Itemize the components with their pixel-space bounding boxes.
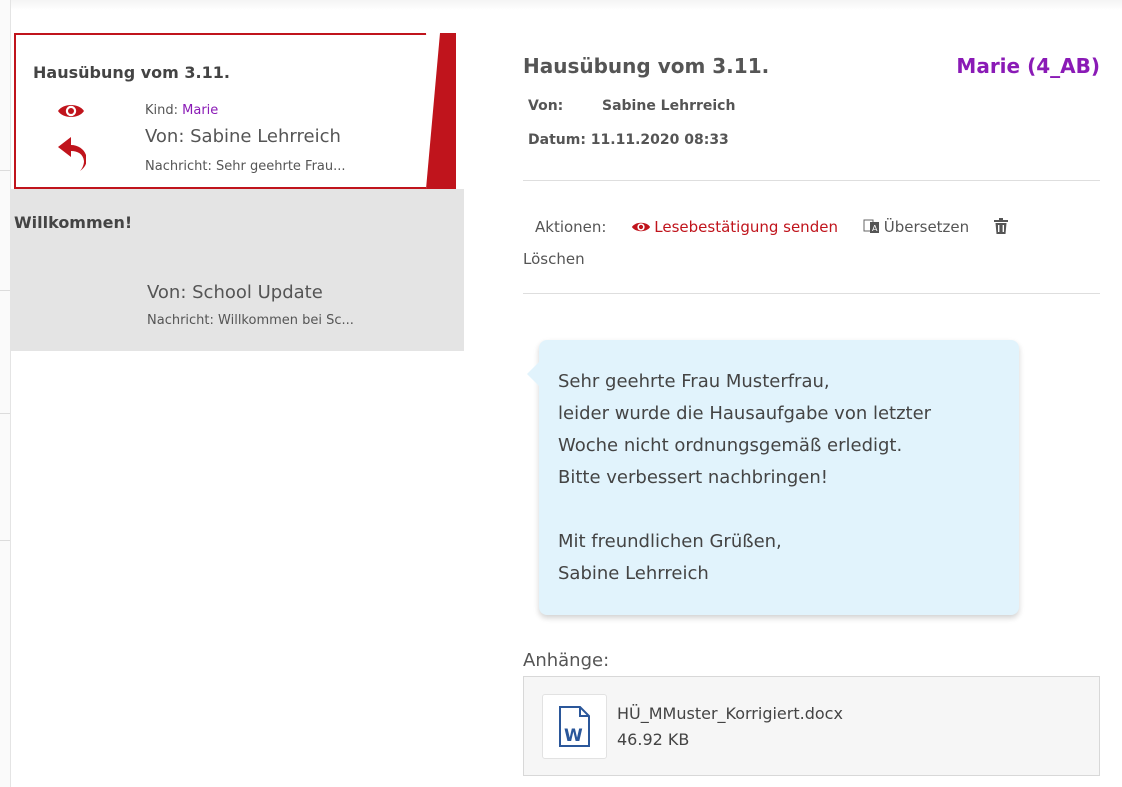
rail-divider [0,413,10,414]
trash-icon [993,218,1008,234]
bubble-tail [527,362,539,386]
actions-label: Aktionen: [535,218,607,236]
svg-text:A: A [872,224,878,233]
eye-icon[interactable] [57,101,85,121]
svg-text:W: W [564,726,583,746]
kind-value: Marie [182,103,219,118]
divider [523,293,1100,294]
message-item-selected[interactable]: Hausübung vom 3.11. Kind: Marie Von: Sab… [14,33,456,189]
from-value: Sabine Lehrreich [602,98,736,114]
translate-label: Übersetzen [883,218,970,236]
message-line: Sehr geehrte Frau Musterfrau, [558,371,830,392]
attachment-name[interactable]: HÜ_MMuster_Korrigiert.docx [617,704,843,723]
rail-divider [0,290,10,291]
attachment-item[interactable]: W HÜ_MMuster_Korrigiert.docx 46.92 KB [523,676,1100,776]
divider [523,180,1100,181]
detail-from: Von: Sabine Lehrreich [528,98,735,114]
selected-pointer [426,33,456,189]
message-preview: Nachricht: Willkommen bei Sc... [147,313,354,328]
message-line: leider wurde die Hausaufgabe von letzter [558,403,932,424]
message-from: Von: School Update [147,282,323,303]
left-rail [0,0,11,787]
attachment-size: 46.92 KB [617,730,690,749]
message-body: Sehr geehrte Frau Musterfrau, leider wur… [558,366,931,590]
actions-bar: Aktionen: Lesebestätigung senden A Übers… [523,211,1100,275]
message-from: Von: Sabine Lehrreich [145,126,341,147]
child-class-label: Marie (4_AB) [956,54,1100,78]
date-label: Datum: [528,132,586,148]
word-document-icon: W [542,694,607,759]
kind-label: Kind: [145,103,183,118]
translate-icon: A [863,219,879,233]
message-line: Bitte verbessert nachbringen! [558,467,828,488]
message-kind: Kind: Marie [145,103,218,118]
eye-icon [632,222,651,232]
message-line: Mit freundlichen Grüßen, [558,531,782,552]
message-line: Sabine Lehrreich [558,563,709,584]
detail-title: Hausübung vom 3.11. [523,54,770,78]
from-label: Von: [528,98,564,114]
translate-button[interactable]: A Übersetzen [863,218,974,236]
reply-icon[interactable] [58,137,86,171]
rail-divider [0,540,10,541]
rail-divider [0,170,10,171]
delete-button[interactable]: Löschen [523,250,585,268]
message-title: Willkommen! [14,213,133,232]
read-receipt-label: Lesebestätigung senden [654,218,838,236]
message-item[interactable]: Willkommen! Von: School Update Nachricht… [10,189,464,351]
message-bubble: Sehr geehrte Frau Musterfrau, leider wur… [527,340,1019,615]
message-title: Hausübung vom 3.11. [33,63,230,82]
message-preview: Nachricht: Sehr geehrte Frau... [145,159,346,174]
read-receipt-button[interactable]: Lesebestätigung senden [631,218,842,236]
message-line: Woche nicht ordnungsgemäß erledigt. [558,435,903,456]
delete-icon-button[interactable] [993,218,1011,236]
attachments-label: Anhänge: [523,650,610,671]
detail-date: Datum: 11.11.2020 08:33 [528,132,729,148]
date-value: 11.11.2020 08:33 [590,132,729,148]
message-detail: Hausübung vom 3.11. Marie (4_AB) Von: Sab… [523,0,1100,787]
message-line [558,494,931,526]
